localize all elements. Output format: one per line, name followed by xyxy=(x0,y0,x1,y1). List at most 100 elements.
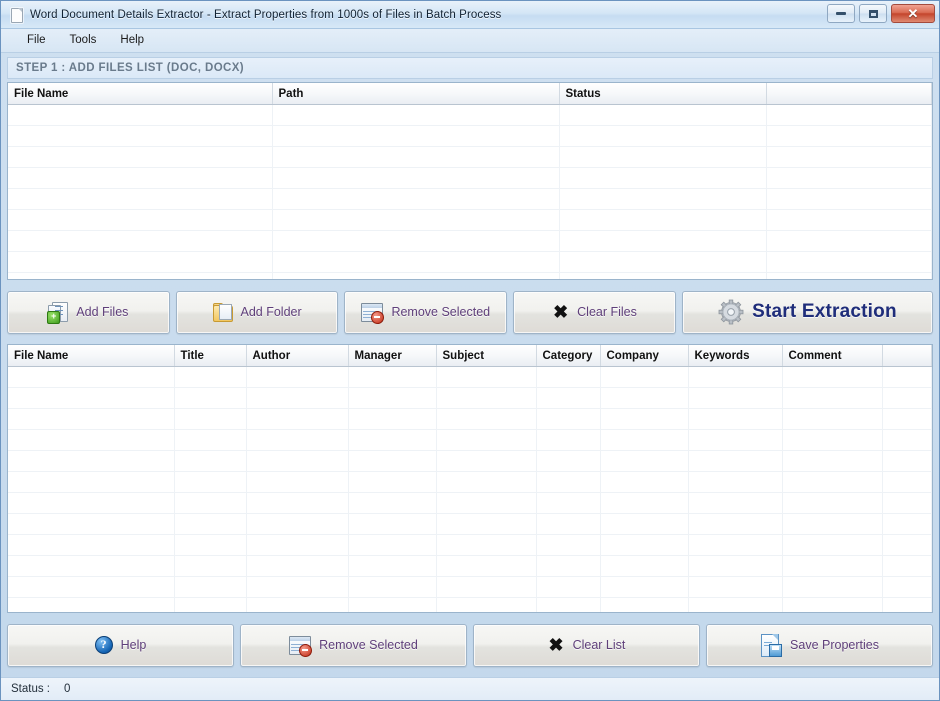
table-row[interactable] xyxy=(8,230,932,252)
cell xyxy=(536,555,601,577)
cell xyxy=(436,408,537,430)
properties-column-title[interactable]: Title xyxy=(174,345,247,367)
properties-column-manager[interactable]: Manager xyxy=(348,345,437,367)
table-row[interactable] xyxy=(8,555,932,577)
minimize-button[interactable] xyxy=(827,4,855,23)
cell xyxy=(559,104,767,126)
clear-icon: ✖ xyxy=(548,634,564,655)
cell xyxy=(536,471,601,493)
table-row[interactable] xyxy=(8,513,932,535)
table-row[interactable] xyxy=(8,492,932,514)
remove-selected-files-button[interactable]: Remove Selected xyxy=(344,290,508,334)
properties-column-author[interactable]: Author xyxy=(246,345,349,367)
files-column-path[interactable]: Path xyxy=(272,83,560,105)
cell xyxy=(246,408,349,430)
cell xyxy=(600,471,689,493)
help-icon: ? xyxy=(94,636,113,654)
cell xyxy=(272,251,560,273)
table-row[interactable] xyxy=(8,209,932,231)
table-row[interactable] xyxy=(8,387,932,409)
menu-item-tools[interactable]: Tools xyxy=(58,32,109,49)
save-properties-label: Save Properties xyxy=(790,638,879,652)
table-row[interactable] xyxy=(8,188,932,210)
properties-column-category[interactable]: Category xyxy=(536,345,601,367)
status-label: Status : xyxy=(11,683,50,695)
cell xyxy=(174,366,247,388)
cell xyxy=(8,387,175,409)
table-row[interactable] xyxy=(8,104,932,126)
cell xyxy=(782,408,883,430)
files-column-filler[interactable] xyxy=(766,83,932,105)
table-row[interactable] xyxy=(8,471,932,493)
cell xyxy=(882,492,932,514)
cell xyxy=(688,471,783,493)
files-column-file-name[interactable]: File Name xyxy=(8,83,273,105)
help-button[interactable]: ? Help xyxy=(7,623,234,667)
clear-files-button[interactable]: ✖ Clear Files xyxy=(513,290,676,334)
properties-column-filler[interactable] xyxy=(882,345,932,367)
table-row[interactable] xyxy=(8,408,932,430)
start-extraction-button[interactable]: Start Extraction xyxy=(681,290,933,334)
cell xyxy=(174,513,247,535)
cell xyxy=(882,429,932,451)
properties-column-company[interactable]: Company xyxy=(600,345,689,367)
clear-list-button[interactable]: ✖ Clear List xyxy=(473,623,700,667)
maximize-button[interactable] xyxy=(859,4,887,23)
cell xyxy=(559,230,767,252)
cell xyxy=(536,429,601,451)
table-row[interactable] xyxy=(8,146,932,168)
properties-column-comment[interactable]: Comment xyxy=(782,345,883,367)
cell xyxy=(174,492,247,514)
table-row[interactable] xyxy=(8,125,932,147)
table-row[interactable] xyxy=(8,534,932,556)
add-folder-label: Add Folder xyxy=(240,305,302,319)
cell xyxy=(559,251,767,273)
files-column-status[interactable]: Status xyxy=(559,83,767,105)
cell xyxy=(600,576,689,598)
cell xyxy=(766,272,932,279)
table-row[interactable] xyxy=(8,272,932,279)
table-row[interactable] xyxy=(8,450,932,472)
remove-selected-properties-button[interactable]: Remove Selected xyxy=(240,623,467,667)
save-properties-button[interactable]: Save Properties xyxy=(706,623,933,667)
close-button[interactable]: ✕ xyxy=(891,4,935,23)
cell xyxy=(782,513,883,535)
table-row[interactable] xyxy=(8,597,932,612)
cell xyxy=(782,387,883,409)
cell xyxy=(536,366,601,388)
menu-item-file[interactable]: File xyxy=(15,32,58,49)
cell xyxy=(559,146,767,168)
cell xyxy=(246,597,349,612)
cell xyxy=(688,597,783,612)
table-row[interactable] xyxy=(8,366,932,388)
cell xyxy=(8,597,175,612)
table-row[interactable] xyxy=(8,576,932,598)
cell xyxy=(766,104,932,126)
properties-column-keywords[interactable]: Keywords xyxy=(688,345,783,367)
cell xyxy=(436,387,537,409)
table-row[interactable] xyxy=(8,429,932,451)
add-files-button[interactable]: + Add Files xyxy=(7,290,170,334)
cell xyxy=(272,188,560,210)
cell xyxy=(436,429,537,451)
window-title: Word Document Details Extractor - Extrac… xyxy=(30,8,502,21)
properties-grid[interactable]: File Name Title Author Manager Subject C… xyxy=(7,344,933,613)
cell xyxy=(688,408,783,430)
cell xyxy=(882,513,932,535)
cell xyxy=(348,534,437,556)
menu-item-help[interactable]: Help xyxy=(108,32,156,49)
properties-grid-body xyxy=(8,366,932,612)
add-folder-icon xyxy=(212,302,233,322)
table-row[interactable] xyxy=(8,167,932,189)
properties-column-file-name[interactable]: File Name xyxy=(8,345,175,367)
files-grid[interactable]: File Name Path Status xyxy=(7,82,933,280)
properties-column-subject[interactable]: Subject xyxy=(436,345,537,367)
cell xyxy=(8,429,175,451)
cell xyxy=(8,125,273,147)
add-folder-button[interactable]: Add Folder xyxy=(175,290,339,334)
cell xyxy=(8,104,273,126)
cell xyxy=(688,450,783,472)
cell xyxy=(600,450,689,472)
table-row[interactable] xyxy=(8,251,932,273)
cell xyxy=(600,492,689,514)
